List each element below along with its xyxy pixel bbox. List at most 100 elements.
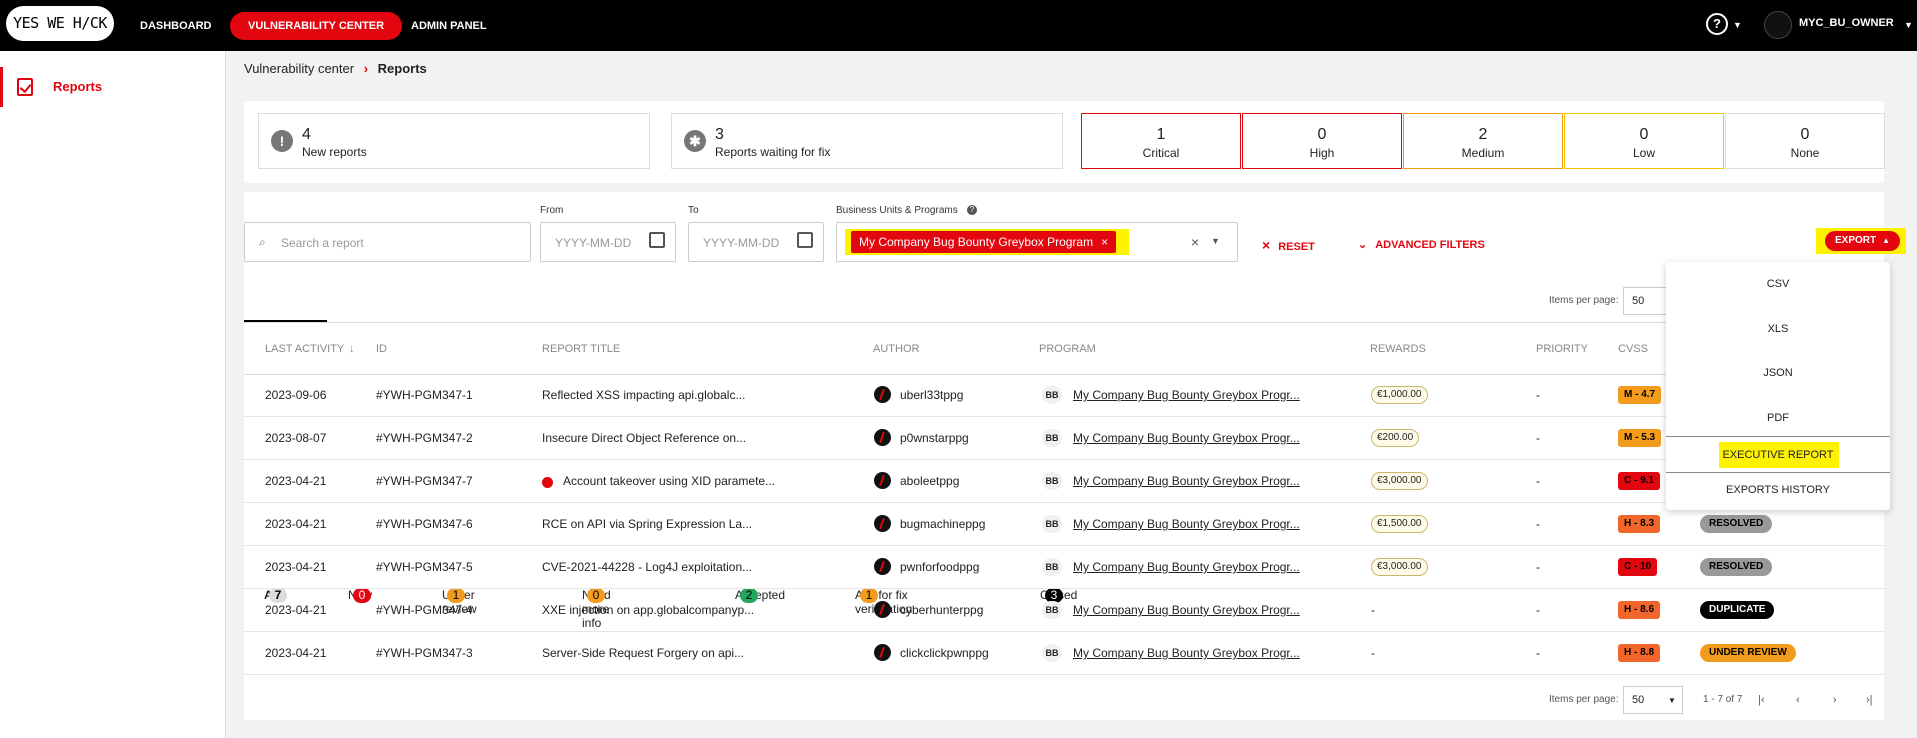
author-cell[interactable]: aboleetppg bbox=[900, 474, 959, 488]
report-id-cell[interactable]: #YWH-PGM347-6 bbox=[376, 517, 473, 531]
export-pdf-option[interactable]: PDF bbox=[1666, 412, 1890, 424]
calendar-icon[interactable] bbox=[797, 232, 813, 248]
search-icon: ⌕ bbox=[259, 235, 266, 249]
sort-arrow-icon[interactable]: ↓ bbox=[349, 343, 355, 355]
table-row[interactable]: 2023-04-21 #YWH-PGM347-4 XXE injection on … bbox=[244, 589, 1884, 632]
severity-box-critical[interactable]: 1 Critical bbox=[1081, 113, 1241, 169]
items-per-page-select[interactable]: 50 ▼ bbox=[1623, 686, 1683, 714]
program-link[interactable]: My Company Bug Bounty Greybox Progr... bbox=[1073, 474, 1300, 488]
report-title-cell[interactable]: Server-Side Request Forgery on api... bbox=[542, 646, 744, 660]
help-icon[interactable]: ? bbox=[1706, 13, 1728, 35]
author-cell[interactable]: uberl33tppg bbox=[900, 388, 963, 402]
program-link[interactable]: My Company Bug Bounty Greybox Progr... bbox=[1073, 431, 1300, 445]
report-id-cell[interactable]: #YWH-PGM347-4 bbox=[376, 603, 473, 617]
user-avatar[interactable] bbox=[1764, 11, 1792, 39]
last-page-icon[interactable]: ›| bbox=[1866, 694, 1873, 706]
logo[interactable]: YES WE H/CK bbox=[6, 6, 114, 41]
report-title-cell[interactable]: Reflected XSS impacting api.globalc... bbox=[542, 388, 745, 402]
exports-history-option[interactable]: EXPORTS HISTORY bbox=[1666, 484, 1890, 496]
column-header-cvss[interactable]: CVSS bbox=[1618, 343, 1648, 355]
reset-button[interactable]: × RESET bbox=[1262, 237, 1315, 253]
author-cell[interactable]: bugmachineppg bbox=[900, 517, 985, 531]
nav-dashboard[interactable]: DASHBOARD bbox=[140, 12, 212, 40]
program-link[interactable]: My Company Bug Bounty Greybox Progr... bbox=[1073, 560, 1300, 574]
program-link[interactable]: My Company Bug Bounty Greybox Progr... bbox=[1073, 646, 1300, 660]
search-input[interactable]: ⌕ Search a report bbox=[244, 222, 531, 262]
program-type-badge: BB bbox=[1042, 386, 1062, 404]
column-header-priority[interactable]: PRIORITY bbox=[1536, 343, 1588, 355]
chevron-down-icon[interactable]: ▼ bbox=[1733, 20, 1742, 30]
divider bbox=[1666, 436, 1890, 437]
export-xls-option[interactable]: XLS bbox=[1666, 323, 1890, 335]
severity-box-high[interactable]: 0 High bbox=[1242, 113, 1402, 169]
program-link[interactable]: My Company Bug Bounty Greybox Progr... bbox=[1073, 603, 1300, 617]
severity-count: 1 bbox=[1156, 126, 1166, 143]
first-page-icon[interactable]: |‹ bbox=[1758, 694, 1765, 706]
export-executive-report-option[interactable]: EXECUTIVE REPORT bbox=[1666, 449, 1890, 461]
report-id-cell[interactable]: #YWH-PGM347-3 bbox=[376, 646, 473, 660]
waiting-fix-card[interactable]: ✱ 3 Reports waiting for fix bbox=[671, 113, 1063, 169]
program-type-badge: BB bbox=[1042, 472, 1062, 490]
report-title-cell[interactable]: RCE on API via Spring Expression La... bbox=[542, 517, 752, 531]
author-avatar bbox=[874, 429, 891, 446]
program-tag[interactable]: My Company Bug Bounty Greybox Program × bbox=[851, 231, 1117, 253]
column-header-program[interactable]: PROGRAM bbox=[1039, 343, 1096, 355]
report-title-cell[interactable]: Insecure Direct Object Reference on... bbox=[542, 431, 746, 445]
table-row[interactable]: 2023-09-06 #YWH-PGM347-1 Reflected XSS imp… bbox=[244, 374, 1884, 417]
calendar-icon[interactable] bbox=[649, 232, 665, 248]
author-avatar bbox=[874, 472, 891, 489]
from-date-input[interactable]: YYYY-MM-DD bbox=[540, 222, 676, 262]
report-id-cell[interactable]: #YWH-PGM347-2 bbox=[376, 431, 473, 445]
chevron-down-icon[interactable]: ▼ bbox=[1904, 20, 1913, 30]
column-header-rewards[interactable]: REWARDS bbox=[1370, 343, 1426, 355]
severity-box-medium[interactable]: 2 Medium bbox=[1403, 113, 1563, 169]
user-name[interactable]: MYC_BU_OWNER bbox=[1799, 17, 1894, 29]
severity-count: 0 bbox=[1639, 126, 1649, 143]
report-title-cell[interactable]: Account takeover using XID paramete... bbox=[563, 474, 775, 488]
clear-icon[interactable]: × bbox=[1191, 234, 1199, 250]
author-avatar bbox=[874, 601, 891, 618]
column-header-author[interactable]: AUTHOR bbox=[873, 343, 919, 355]
report-id-cell[interactable]: #YWH-PGM347-7 bbox=[376, 474, 473, 488]
table-row[interactable]: 2023-08-07 #YWH-PGM347-2 Insecure Direct O… bbox=[244, 417, 1884, 460]
program-link[interactable]: My Company Bug Bounty Greybox Progr... bbox=[1073, 517, 1300, 531]
export-json-option[interactable]: JSON bbox=[1666, 367, 1890, 379]
severity-box-none[interactable]: 0 None bbox=[1725, 113, 1885, 169]
bu-programs-select[interactable]: My Company Bug Bounty Greybox Program × ×… bbox=[836, 222, 1238, 262]
to-date-input[interactable]: YYYY-MM-DD bbox=[688, 222, 824, 262]
new-reports-card[interactable]: ! 4 New reports bbox=[258, 113, 650, 169]
breadcrumb-parent[interactable]: Vulnerability center bbox=[244, 61, 354, 76]
report-title-cell[interactable]: CVE-2021-44228 - Log4J exploitation... bbox=[542, 560, 752, 574]
author-cell[interactable]: p0wnstarppg bbox=[900, 431, 969, 445]
export-button[interactable]: EXPORT ▲ bbox=[1825, 231, 1901, 251]
report-id-cell[interactable]: #YWH-PGM347-1 bbox=[376, 388, 473, 402]
nav-vulnerability-center[interactable]: VULNERABILITY CENTER bbox=[230, 12, 403, 40]
info-icon[interactable]: ? bbox=[967, 205, 977, 215]
advanced-filters-button[interactable]: ⌄ ADVANCED FILTERS bbox=[1358, 238, 1485, 251]
sidebar-item-reports[interactable]: Reports bbox=[0, 67, 226, 107]
table-row[interactable]: 2023-04-21 #YWH-PGM347-5 CVE-2021-44228 - … bbox=[244, 546, 1884, 589]
severity-label: Low bbox=[1632, 146, 1655, 160]
export-csv-option[interactable]: CSV bbox=[1666, 278, 1890, 290]
prev-page-icon[interactable]: ‹ bbox=[1796, 694, 1800, 706]
author-cell[interactable]: clickclickpwnppg bbox=[900, 646, 989, 660]
report-title-cell[interactable]: XXE injection on app.globalcompanyp... bbox=[542, 603, 754, 617]
priority-cell: - bbox=[1536, 431, 1540, 445]
table-row[interactable]: 2023-04-21 #YWH-PGM347-3 Server-Side Reque… bbox=[244, 632, 1884, 675]
program-link[interactable]: My Company Bug Bounty Greybox Progr... bbox=[1073, 388, 1300, 402]
table-row[interactable]: 2023-04-21 #YWH-PGM347-7 Account takeover … bbox=[244, 460, 1884, 503]
search-placeholder: Search a report bbox=[281, 236, 364, 250]
status-badge: UNDER REVIEW bbox=[1700, 644, 1796, 662]
author-cell[interactable]: cyberhunterppg bbox=[900, 603, 983, 617]
next-page-icon[interactable]: › bbox=[1833, 694, 1837, 706]
column-header-last-activity[interactable]: LAST ACTIVITY bbox=[265, 343, 344, 355]
column-header-report-title[interactable]: REPORT TITLE bbox=[542, 343, 620, 355]
table-row[interactable]: 2023-04-21 #YWH-PGM347-6 RCE on API via Sp… bbox=[244, 503, 1884, 546]
severity-box-low[interactable]: 0 Low bbox=[1564, 113, 1724, 169]
column-header-id[interactable]: ID bbox=[376, 343, 387, 355]
report-id-cell[interactable]: #YWH-PGM347-5 bbox=[376, 560, 473, 574]
close-icon[interactable]: × bbox=[1101, 235, 1108, 249]
author-cell[interactable]: pwnforfoodppg bbox=[900, 560, 979, 574]
chevron-down-icon[interactable]: ▼ bbox=[1211, 236, 1220, 246]
nav-admin-panel[interactable]: ADMIN PANEL bbox=[411, 12, 487, 40]
